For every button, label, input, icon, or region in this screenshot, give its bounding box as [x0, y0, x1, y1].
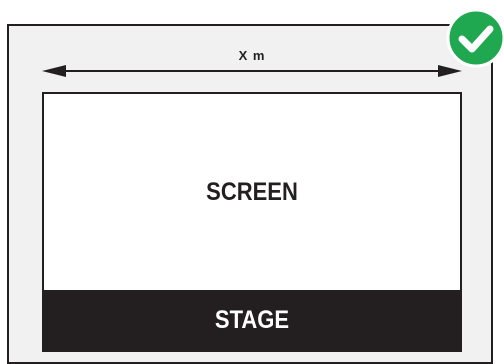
dimension-label: X m — [238, 48, 266, 63]
check-circle-icon — [446, 8, 504, 68]
screen-label: SCREEN — [206, 178, 298, 206]
width-dimension: X m — [42, 46, 462, 90]
screen-area: SCREEN — [42, 92, 462, 290]
stage-area: STAGE — [42, 290, 462, 352]
stage-label: STAGE — [214, 306, 290, 334]
